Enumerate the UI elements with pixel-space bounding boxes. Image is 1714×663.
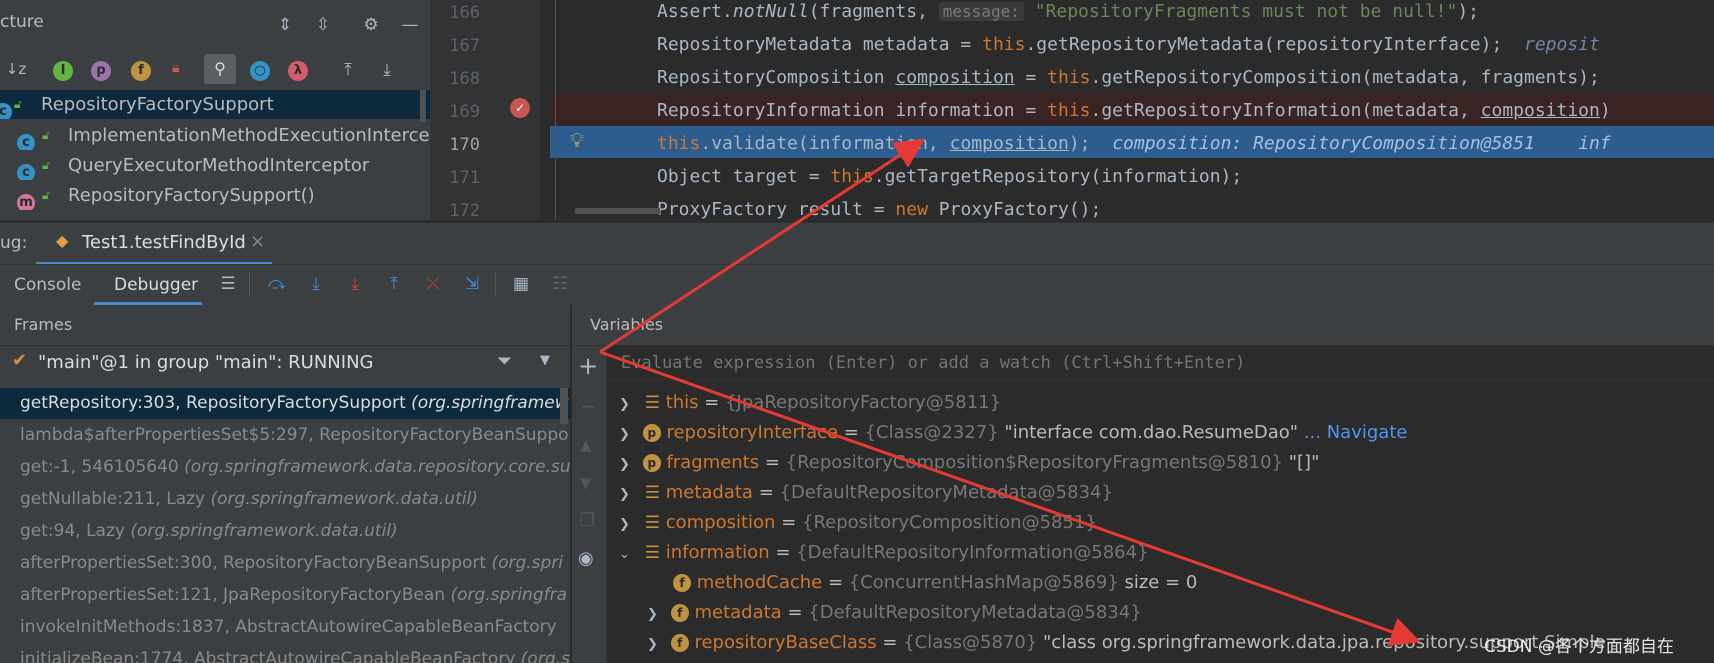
- annotation-arrows: [599, 138, 1421, 647]
- arrow-to-variable: [599, 350, 1421, 647]
- watermark: CSDN @各个方面都自在: [1484, 637, 1674, 657]
- arrow-to-code: [599, 138, 926, 354]
